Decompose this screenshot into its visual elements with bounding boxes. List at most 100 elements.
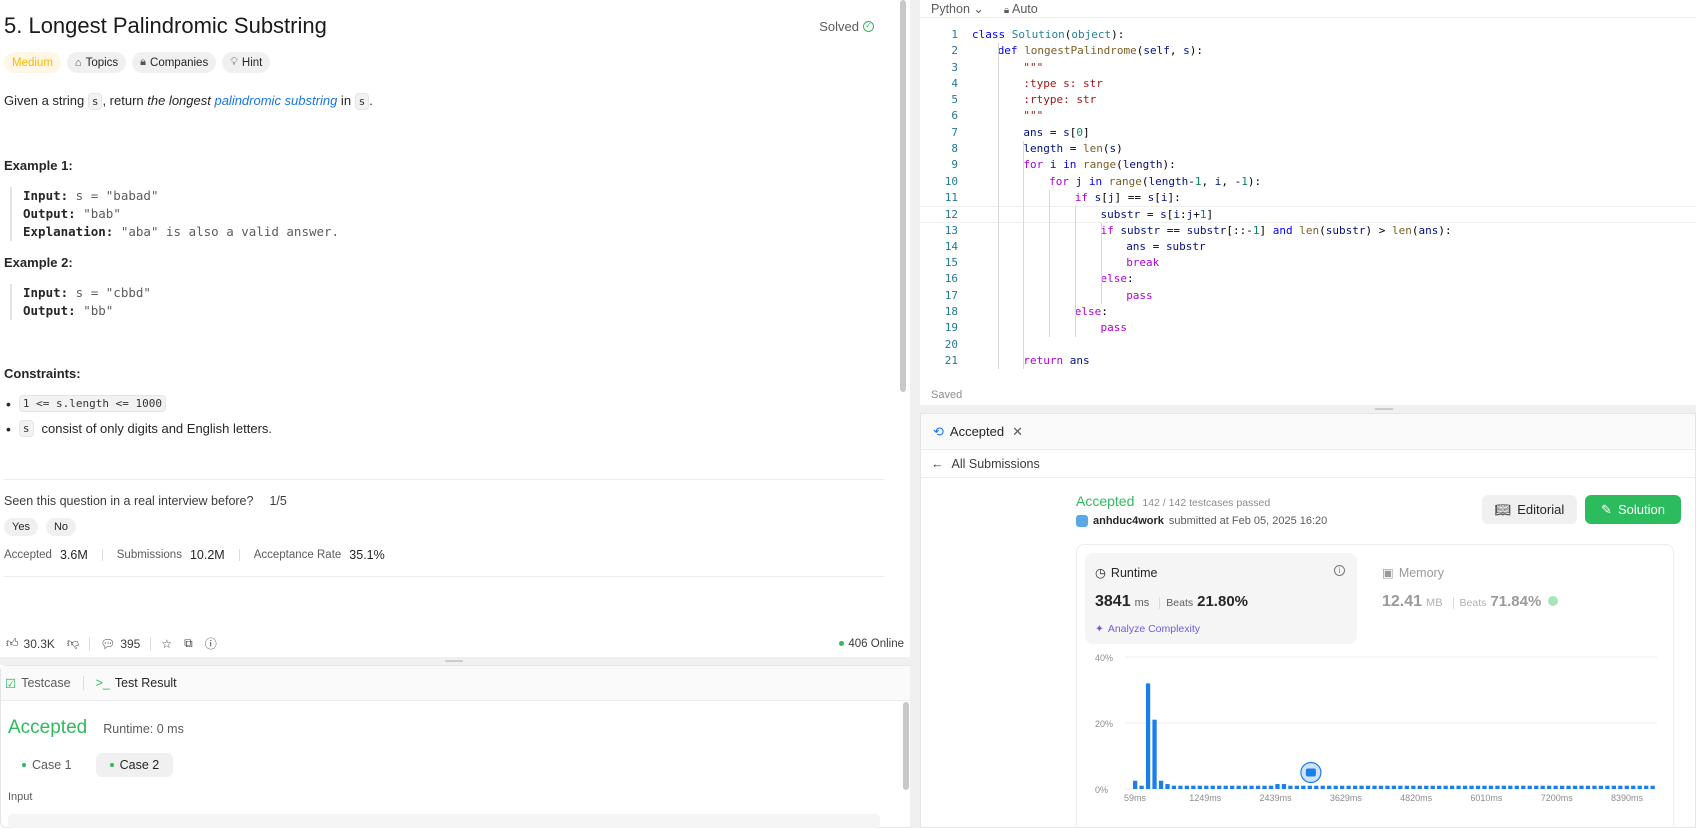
- metrics-card: ◷ Runtime i 3841 ms Beats 21.80% ✦ Analyze…: [1076, 544, 1674, 828]
- line-number: 14: [944, 239, 958, 253]
- chart-bar: [1184, 785, 1190, 789]
- memory-card[interactable]: ▣ Memory 12.41 MB Beats 71.84%: [1382, 553, 1654, 644]
- username[interactable]: anhduc4work: [1093, 515, 1164, 527]
- favorite-button[interactable]: ☆: [155, 637, 178, 651]
- scrollbar[interactable]: [900, 0, 906, 392]
- code-line[interactable]: 12 substr = s[i:j+1]: [920, 206, 1696, 223]
- code-line[interactable]: 13 if substr == substr[::-1] and len(subs…: [920, 223, 1696, 239]
- share-button[interactable]: ⧉: [178, 636, 199, 651]
- problem-statement: Given a string s, return the longest pal…: [4, 93, 373, 110]
- analyze-complexity-button[interactable]: ✦ Analyze Complexity: [1095, 623, 1200, 635]
- chart-bar: [1307, 785, 1312, 789]
- chart-bar: [1650, 785, 1655, 789]
- info-icon[interactable]: i: [1334, 565, 1345, 576]
- y-tick-label: 20%: [1095, 719, 1113, 729]
- line-number: 7: [951, 125, 958, 139]
- hint-tag[interactable]: 💡︎ Hint: [222, 52, 271, 73]
- chart-bar: [1411, 785, 1416, 789]
- chart-bar: [1605, 785, 1610, 789]
- code-line[interactable]: 3 """: [920, 60, 1696, 76]
- constraints-list: 1 <= s.length <= 1000 sconsist of only d…: [4, 395, 884, 437]
- chart-bar: [1456, 785, 1461, 789]
- chart-bar: [1488, 785, 1494, 789]
- close-icon[interactable]: ✕: [1012, 424, 1023, 440]
- code-line[interactable]: 19 pass: [920, 320, 1696, 336]
- code-line[interactable]: 11 if s[j] == s[i]:: [920, 190, 1696, 206]
- problem-title[interactable]: 5. Longest Palindromic Substring: [4, 13, 327, 39]
- code-line[interactable]: 10 for j in range(length-1, i, -1):: [920, 174, 1696, 190]
- comments-button[interactable]: 💬︎ 395: [94, 637, 146, 651]
- history-icon: ⟲: [933, 423, 944, 439]
- code-line[interactable]: 9 for i in range(length):: [920, 157, 1696, 173]
- chart-bar: [1197, 785, 1202, 789]
- chart-bar: [1495, 785, 1500, 789]
- chart-bar: [1204, 785, 1209, 789]
- case-1-tab[interactable]: Case 1: [8, 753, 86, 777]
- code-line[interactable]: 15 break: [920, 255, 1696, 271]
- code-line[interactable]: 18 else:: [920, 304, 1696, 320]
- online-indicator: 406 Online: [839, 638, 904, 650]
- tab-testcase[interactable]: ☑ Testcase: [5, 676, 71, 691]
- line-number: 1: [951, 28, 958, 41]
- topics-tag[interactable]: ⌂ Topics: [66, 52, 127, 73]
- code-line[interactable]: 20: [920, 337, 1696, 353]
- like-button[interactable]: 👍︎ 30.3K: [0, 636, 61, 651]
- code-line[interactable]: 1 class Solution(object):: [920, 27, 1696, 43]
- resize-handle[interactable]: [920, 405, 1696, 413]
- tag-icon: ⌂: [74, 56, 82, 69]
- chart-bar: [1644, 785, 1649, 789]
- code-line[interactable]: 16 else:: [920, 271, 1696, 287]
- resize-handle[interactable]: [0, 657, 910, 665]
- runtime-card[interactable]: ◷ Runtime i 3841 ms Beats 21.80% ✦ Analyze…: [1085, 553, 1357, 644]
- vertical-resize-handle[interactable]: [910, 0, 920, 828]
- code-line[interactable]: 7 ans = s[0]: [920, 125, 1696, 141]
- code-area[interactable]: 1 class Solution(object): 2 def longestPali…: [920, 27, 1696, 370]
- solved-badge: Solved ✓: [819, 19, 874, 34]
- chart-bar: [1320, 785, 1325, 789]
- submission-status: Accepted: [1076, 493, 1135, 509]
- chart-bar: [1462, 785, 1468, 789]
- code-line[interactable]: 21 return ans: [920, 353, 1696, 369]
- x-tick-label: 8390ms: [1611, 793, 1644, 803]
- chart-bar: [1223, 785, 1228, 789]
- line-number: 11: [944, 190, 958, 204]
- no-button[interactable]: No: [45, 518, 77, 536]
- code-line[interactable]: 8 length = len(s): [920, 141, 1696, 157]
- chart-bar: [1547, 785, 1552, 789]
- code-line[interactable]: 17 pass: [920, 288, 1696, 304]
- runtime-distribution-chart[interactable]: 40% 20% 0% 59ms 1249ms 2439ms 3629ms 4820ms 6010…: [1077, 649, 1675, 828]
- help-button[interactable]: ⓘ: [199, 635, 223, 652]
- companies-tag[interactable]: 🔒︎ Companies: [132, 52, 217, 73]
- code-editor[interactable]: Python ⌄ 🔒︎ Auto 1 class Solution(object)…: [920, 0, 1696, 405]
- chart-bar: [1598, 785, 1604, 789]
- solution-button[interactable]: ✎ Solution: [1585, 495, 1681, 524]
- chart-bar: [1534, 785, 1539, 789]
- check-circle-icon: ✓: [863, 20, 874, 32]
- yes-button[interactable]: Yes: [4, 518, 38, 536]
- code-line[interactable]: 4:type s: str: [920, 76, 1696, 92]
- chart-bar: [1346, 785, 1351, 789]
- editorial-button[interactable]: 📖︎ Editorial: [1482, 495, 1577, 524]
- language-select[interactable]: Python ⌄: [931, 1, 984, 16]
- palindromic-substring-link[interactable]: palindromic substring: [214, 93, 337, 108]
- all-submissions-link[interactable]: ← All Submissions: [921, 450, 1695, 478]
- code-line[interactable]: 14 ans = substr: [920, 239, 1696, 255]
- tab-test-result[interactable]: >_ Test Result: [96, 676, 177, 690]
- auto-mode[interactable]: 🔒︎ Auto: [1004, 2, 1038, 16]
- scrollbar[interactable]: [903, 702, 909, 790]
- dislike-button[interactable]: 👎︎: [61, 636, 85, 651]
- case-2-tab[interactable]: Case 2: [95, 753, 174, 777]
- code-line[interactable]: 2 def longestPalindrome(self, s):: [920, 43, 1696, 59]
- chart-bar: [1404, 785, 1409, 789]
- line-number: 13: [944, 223, 958, 237]
- input-label: Input: [8, 791, 33, 803]
- chart-bar: [1352, 785, 1358, 789]
- code-line[interactable]: 6 """: [920, 108, 1696, 124]
- code-line[interactable]: 5:rtype: str: [920, 92, 1696, 108]
- submission-tab[interactable]: ⟲ Accepted ✕: [921, 414, 1695, 450]
- x-tick-label: 2439ms: [1260, 793, 1293, 803]
- chart-bar: [1585, 785, 1591, 789]
- chart-bar: [1592, 785, 1597, 789]
- chart-bar: [1417, 785, 1422, 789]
- chart-bar: [1527, 785, 1532, 789]
